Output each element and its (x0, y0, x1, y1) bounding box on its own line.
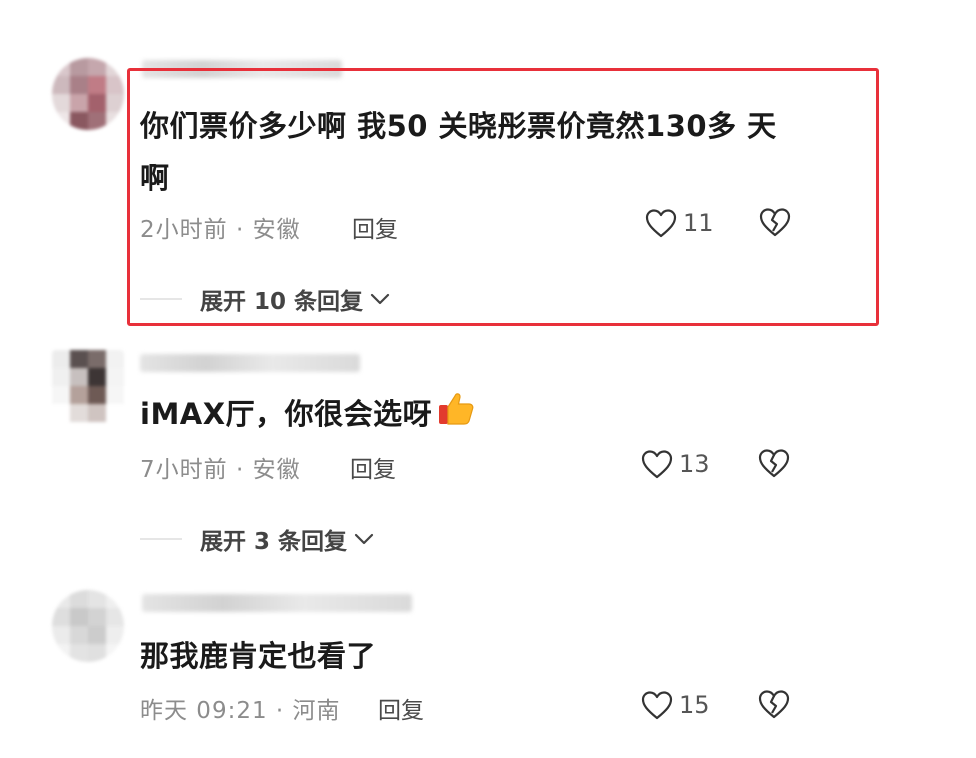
highlight-box (127, 68, 879, 326)
comment-meta: 昨天 09:21 · 河南 (140, 698, 341, 724)
reply-button[interactable]: 回复 (378, 691, 424, 725)
avatar[interactable] (52, 590, 124, 662)
heart-outline-icon (641, 691, 673, 720)
reply-button[interactable]: 回复 (350, 450, 396, 484)
broken-heart-icon (758, 690, 790, 719)
dislike-button[interactable] (757, 447, 791, 483)
comment-text: iMAX厅，你很会选呀 (140, 388, 476, 444)
comment-meta: 7小时前 · 安徽 (140, 457, 301, 483)
chevron-down-icon (354, 533, 374, 545)
username[interactable] (142, 594, 412, 612)
like-count: 13 (679, 450, 710, 478)
comment-text-body: iMAX厅，你很会选呀 (140, 397, 433, 431)
divider (140, 538, 182, 540)
username[interactable] (140, 354, 360, 372)
like-button[interactable]: 15 (641, 690, 710, 720)
expand-replies-button[interactable]: 展开 3 条回复 (140, 522, 375, 556)
thumbs-up-emoji (436, 388, 476, 444)
expand-replies-label: 展开 3 条回复 (200, 529, 348, 555)
avatar[interactable] (52, 58, 124, 130)
like-count: 15 (679, 691, 710, 719)
heart-outline-icon (641, 450, 673, 479)
broken-heart-icon (758, 449, 790, 478)
dislike-button[interactable] (757, 688, 791, 724)
comment-text: 那我鹿肯定也看了 (140, 639, 377, 673)
like-button[interactable]: 13 (641, 449, 710, 479)
avatar[interactable] (52, 350, 124, 422)
